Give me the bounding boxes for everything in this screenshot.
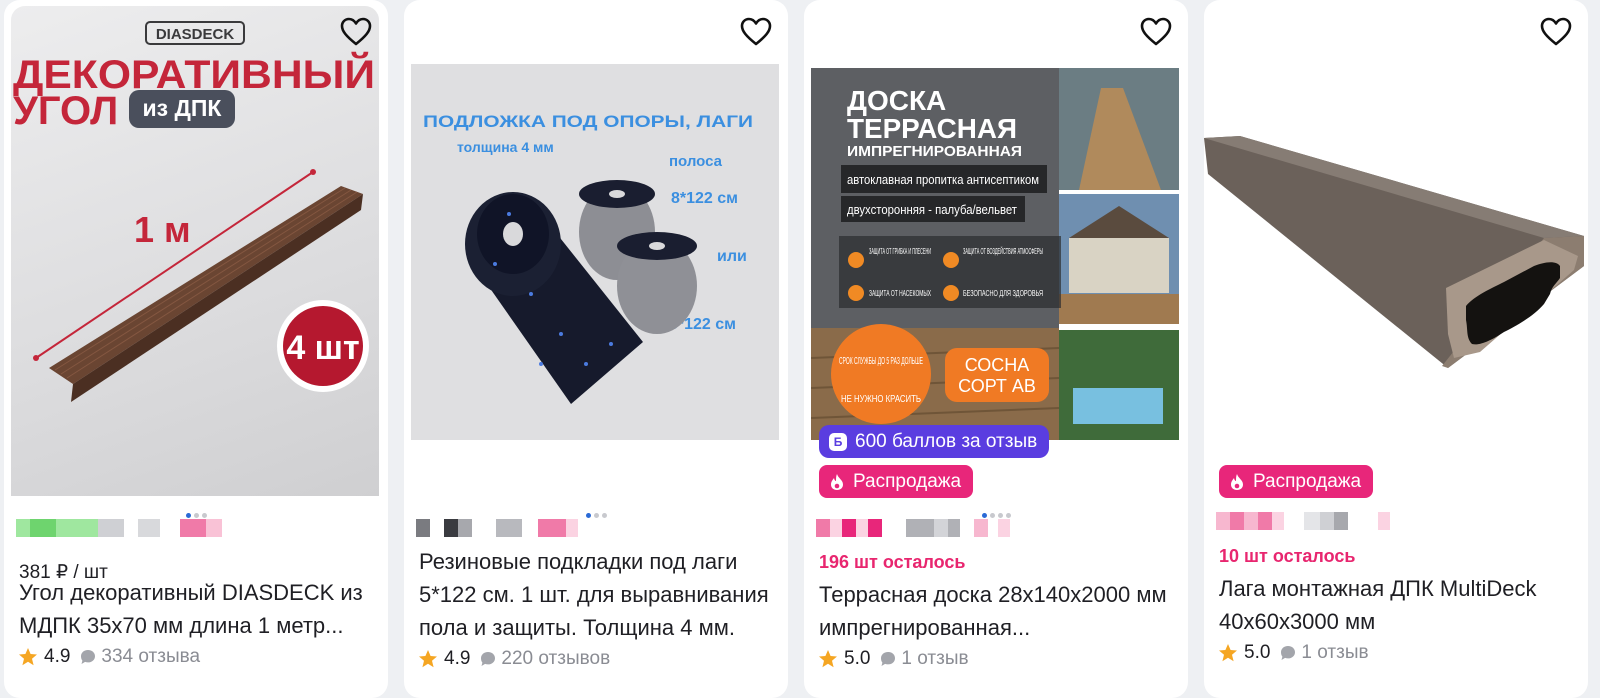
- pager-dot: [593, 513, 599, 518]
- product-image[interactable]: ПОДЛОЖКА ПОД ОПОРЫ, ЛАГИ толщина 4 мм по…: [411, 64, 779, 440]
- image-line-2: толщина 4 мм: [457, 139, 554, 155]
- price-blurred: [816, 519, 1010, 537]
- pager-dot: [185, 513, 191, 518]
- product-image[interactable]: DIASDECK ДЕКОРАТИВНЫЙ УГОЛ из ДПК 1 м 4 …: [11, 6, 379, 496]
- circle-text-1: СРОК СЛУЖБЫ ДО 5 РАЗ ДОЛЬШЕ: [839, 356, 923, 367]
- star-icon: [419, 650, 437, 668]
- image-sub-2: двухсторонняя - палуба/вельвет: [847, 202, 1017, 217]
- rating-value: 5.0: [1244, 642, 1271, 663]
- image-title-3: ИМПРЕГНИРОВАННАЯ: [847, 143, 1022, 160]
- reviews-bubble-icon: [1281, 646, 1296, 660]
- price-blurred: [16, 519, 222, 537]
- image-title-2: ТЕРРАСНАЯ: [847, 113, 1017, 144]
- circle-text-2: НЕ НУЖНО КРАСИТЬ: [841, 394, 921, 405]
- reviews-count[interactable]: 334 отзыва: [101, 646, 200, 668]
- rating-value: 5.0: [844, 648, 871, 669]
- favorite-heart-icon[interactable]: [1538, 14, 1574, 50]
- rating-value: 4.9: [44, 646, 71, 667]
- sort-2: СОРТ АВ: [958, 376, 1036, 396]
- rating-row: 5.0 1 отзыв: [818, 648, 969, 670]
- favorite-heart-icon[interactable]: [738, 14, 774, 50]
- reviews-count[interactable]: 1 отзыв: [1301, 642, 1368, 664]
- image-line-1: ПОДЛОЖКА ПОД ОПОРЫ, ЛАГИ: [423, 112, 753, 131]
- pager-dot: [981, 513, 987, 518]
- fire-icon: [831, 473, 843, 490]
- rating-row: 4.9 334 отзыва: [18, 646, 200, 668]
- star-icon: [1219, 644, 1237, 662]
- brand-logo: DIASDECK: [156, 26, 235, 43]
- stock-left: 196 шт осталось: [819, 552, 966, 572]
- star-icon: [19, 648, 37, 666]
- product-card[interactable]: ДОСКА ТЕРРАСНАЯ ИМПРЕГНИРОВАННАЯ автокла…: [804, 0, 1188, 698]
- pager-dot: [585, 513, 591, 518]
- pager-dot: [1005, 513, 1011, 518]
- reviews-bubble-icon: [81, 650, 96, 664]
- favorite-heart-icon[interactable]: [338, 14, 374, 50]
- pager-dot: [989, 513, 995, 518]
- product-image[interactable]: ДОСКА ТЕРРАСНАЯ ИМПРЕГНИРОВАННАЯ автокла…: [811, 68, 1179, 440]
- product-title[interactable]: Лага монтажная ДПК MultiDeck 40х60х3000 …: [1219, 572, 1576, 638]
- sale-text: Распродажа: [853, 470, 962, 492]
- image-sub-1: автоклавная пропитка антисептиком: [847, 172, 1039, 187]
- sale-badge: Распродажа: [1219, 465, 1374, 498]
- price-blurred: [1216, 512, 1390, 530]
- pager-dot: [997, 513, 1003, 518]
- reviews-count[interactable]: 220 отзывов: [501, 648, 610, 670]
- product-card[interactable]: ПОДЛОЖКА ПОД ОПОРЫ, ЛАГИ толщина 4 мм по…: [404, 0, 788, 698]
- feature-1: ЗАЩИТА ОТ ГРИБКА И ПЛЕСЕНИ: [869, 247, 931, 256]
- headline-2: УГОЛ: [13, 89, 118, 133]
- image-pager: [4, 513, 388, 518]
- bonus-badge: Б 600 баллов за отзыв: [819, 425, 1050, 458]
- rating-row: 4.9 220 отзывов: [418, 648, 610, 670]
- headline-tag: из ДПК: [143, 95, 223, 121]
- feature-4: БЕЗОПАСНО ДЛЯ ЗДОРОВЬЯ: [963, 289, 1043, 298]
- favorite-heart-icon[interactable]: [1138, 14, 1174, 50]
- pager-dot: [201, 513, 207, 518]
- rating-value: 4.9: [444, 648, 471, 669]
- product-title[interactable]: Угол декоративный DIASDECK из МДПК 35х70…: [19, 576, 376, 642]
- pager-dot: [193, 513, 199, 518]
- product-card[interactable]: Распродажа 10 шт осталось Лага монтажная…: [1204, 0, 1588, 698]
- sale-badge: Распродажа: [819, 465, 974, 498]
- sort-1: СОСНА: [965, 355, 1030, 375]
- image-line-3: полоса: [669, 153, 723, 170]
- image-pager: [804, 513, 1188, 518]
- image-pager: [404, 513, 788, 518]
- fire-icon: [1231, 473, 1243, 490]
- sale-text: Распродажа: [1253, 470, 1362, 492]
- feature-3: ЗАЩИТА ОТ НАСЕКОМЫХ: [869, 289, 931, 298]
- length-label: 1 м: [134, 209, 191, 250]
- product-card[interactable]: DIASDECK ДЕКОРАТИВНЫЙ УГОЛ из ДПК 1 м 4 …: [4, 0, 388, 698]
- reviews-bubble-icon: [881, 652, 896, 666]
- reviews-count[interactable]: 1 отзыв: [901, 648, 968, 670]
- image-line-5: или: [717, 248, 747, 265]
- rating-row: 5.0 1 отзыв: [1218, 642, 1369, 664]
- image-title-1: ДОСКА: [847, 85, 946, 116]
- reviews-bubble-icon: [481, 652, 496, 666]
- bonus-text: 600 баллов за отзыв: [855, 430, 1038, 452]
- image-line-4: 8*122 см: [671, 190, 738, 207]
- bonus-icon: Б: [829, 432, 847, 451]
- product-image[interactable]: [1204, 120, 1588, 380]
- feature-2: ЗАЩИТА ОТ ВОЗДЕЙСТВИЯ АТМОСФЕРЫ: [963, 247, 1043, 256]
- product-title[interactable]: Резиновые подкладки под лаги 5*122 см. 1…: [419, 545, 776, 644]
- qty-badge: 4 шт: [286, 329, 359, 367]
- product-title[interactable]: Террасная доска 28х140х2000 мм импрегнир…: [819, 578, 1176, 644]
- stock-left: 10 шт осталось: [1219, 546, 1356, 566]
- price-blurred: [416, 519, 578, 537]
- pager-dot: [601, 513, 607, 518]
- star-icon: [819, 650, 837, 668]
